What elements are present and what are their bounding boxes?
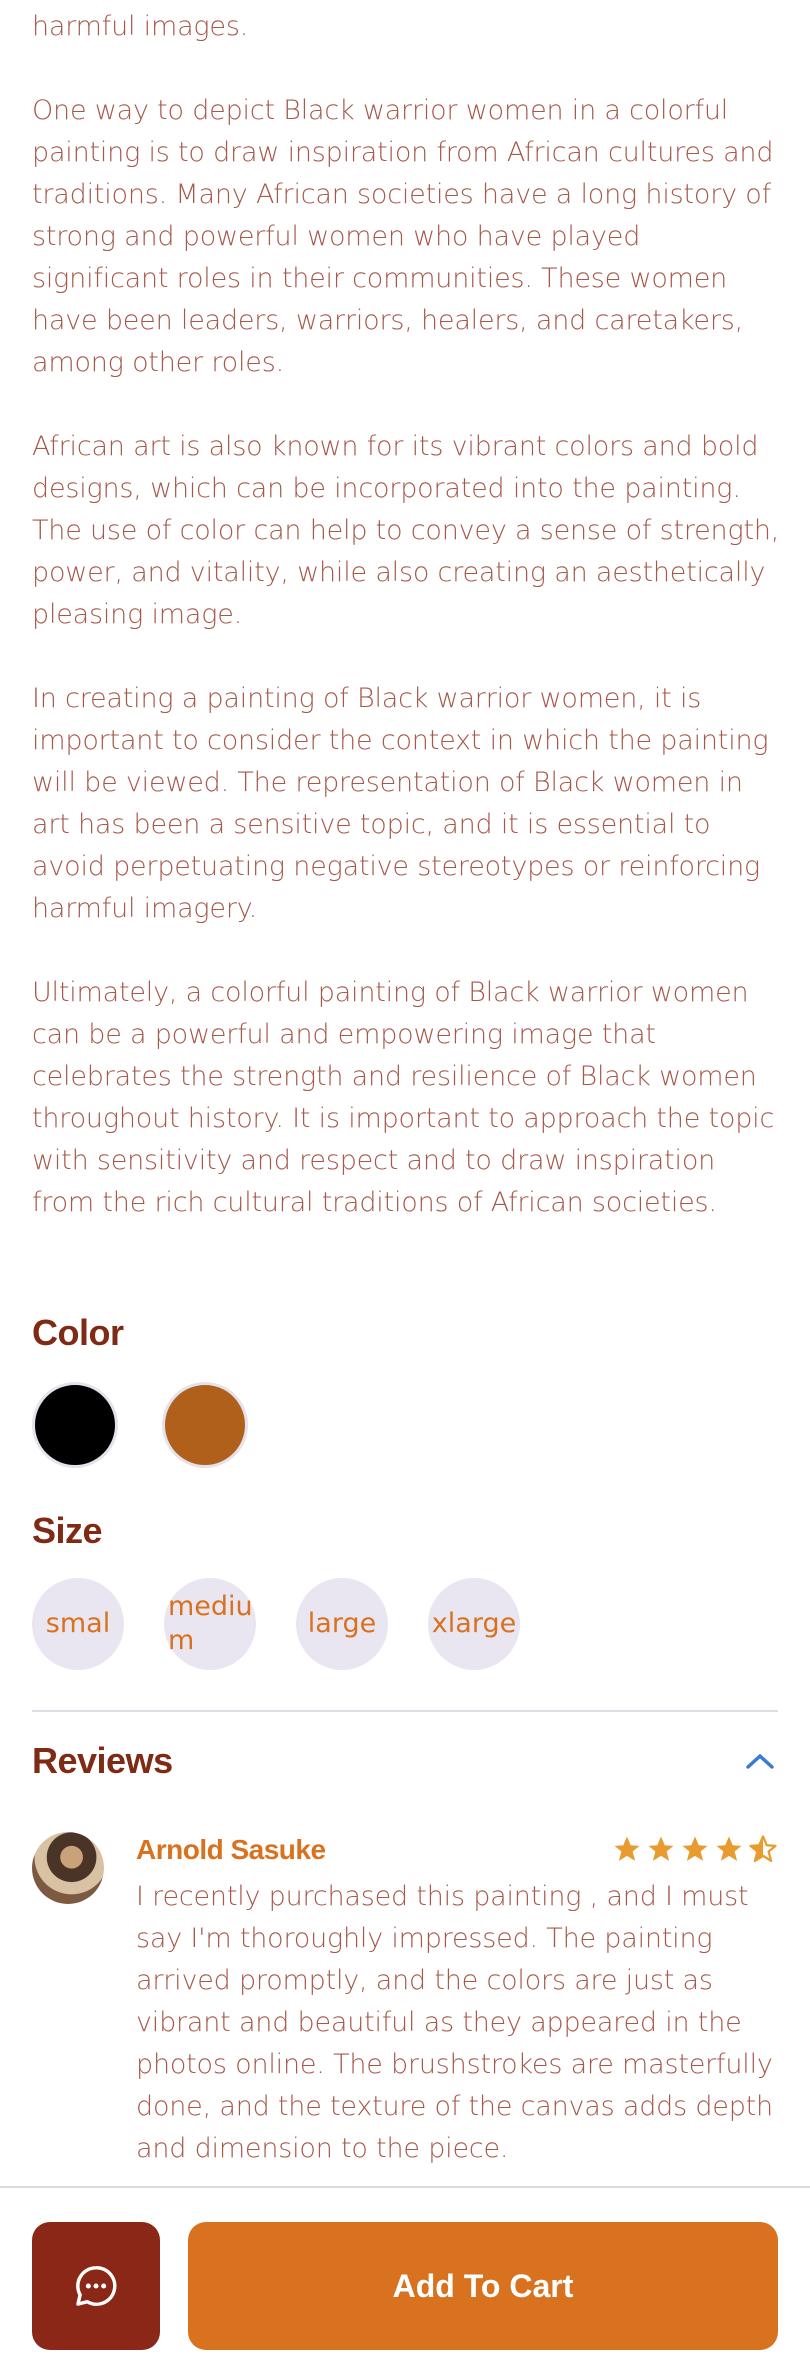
size-option-label: xlarge [431,1608,517,1639]
chat-bubble-icon [76,2266,117,2306]
review-text: I recently purchased this painting , and… [136,1881,773,2164]
size-option-label: smal [45,1608,111,1639]
reviews-title: Reviews [32,1740,173,1781]
chat-button[interactable] [32,2222,160,2350]
star-icon [716,1836,742,1861]
description-paragraph: Ultimately, a colorful painting of Black… [32,977,775,1218]
chevron-up-icon[interactable] [742,1743,778,1779]
size-options: smal mediu m large xlarge [32,1578,520,1670]
color-swatch-black[interactable] [32,1382,118,1468]
description-paragraph: In creating a painting of Black warrior … [32,683,769,924]
size-option-label: mediu m [168,1591,253,1656]
reviews-header[interactable]: Reviews [32,1738,778,1784]
rating-stars [612,1834,778,1864]
review-body: Arnold Sasuke I recently purchased this … [136,1832,778,2170]
star-icon [682,1836,708,1861]
color-title: Color [32,1312,124,1353]
description-text: harmful images. One way to depict Black … [32,6,782,1224]
description-paragraph: One way to depict Black warrior women in… [32,95,774,378]
description-paragraph: harmful images. [32,11,249,42]
size-option-small[interactable]: smal [32,1578,124,1670]
color-swatch-brown[interactable] [162,1382,248,1468]
add-to-cart-button[interactable]: Add To Cart [188,2222,778,2350]
description-paragraph: African art is also known for its vibran… [32,431,780,630]
size-option-label: large [307,1608,377,1639]
avatar [32,1832,104,1904]
product-description: harmful images. One way to depict Black … [32,0,782,1266]
star-icon [648,1836,674,1861]
size-option-medium[interactable]: mediu m [164,1578,256,1670]
color-swatches [32,1382,248,1468]
size-option-xlarge[interactable]: xlarge [428,1578,520,1670]
bottom-action-bar: Add To Cart [0,2186,810,2380]
star-icon [614,1836,640,1861]
half-star-icon [749,1835,777,1862]
size-title: Size [32,1510,103,1551]
size-option-large[interactable]: large [296,1578,388,1670]
section-divider [32,1710,778,1712]
